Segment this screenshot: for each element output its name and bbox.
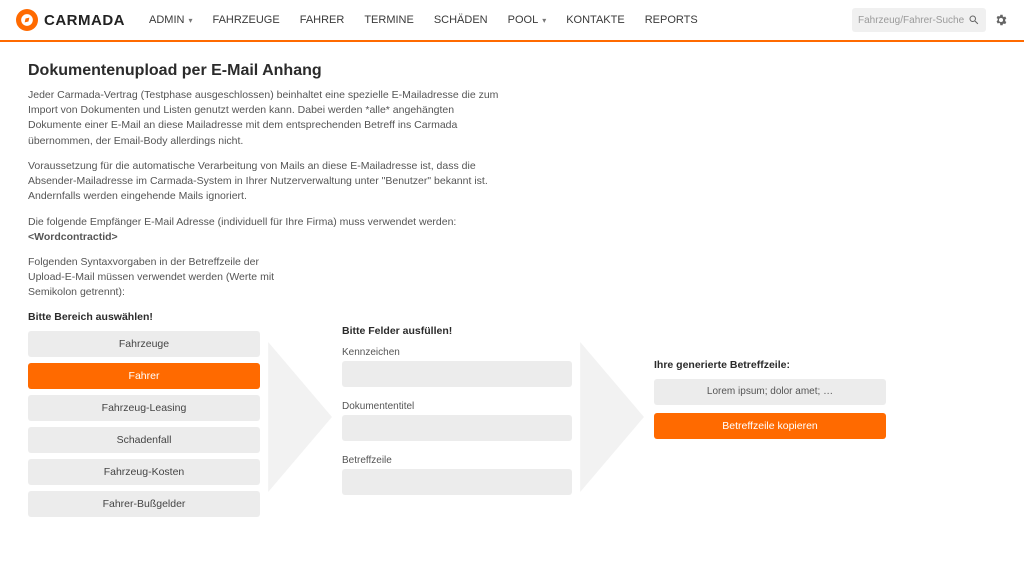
top-navigation-bar: CARMADA ADMIN ▾ FAHRZEUGE FAHRER TERMINE… — [0, 0, 1024, 42]
area-option-bussgelder[interactable]: Fahrer-Bußgelder — [28, 491, 260, 517]
step-3-header: Ihre generierte Betreffzeile: — [654, 359, 886, 371]
brand-name: CARMADA — [44, 12, 125, 29]
compass-icon — [16, 9, 38, 31]
step-1-header: Bitte Bereich auswählen! — [28, 311, 260, 323]
nav-termine[interactable]: TERMINE — [364, 14, 414, 26]
area-option-fahrer[interactable]: Fahrer — [28, 363, 260, 389]
wizard-arrow-2 — [572, 311, 654, 523]
upload-wizard: Bitte Bereich auswählen! Fahrzeuge Fahre… — [28, 311, 996, 523]
input-betreffzeile[interactable] — [342, 469, 572, 495]
nav-schaeden[interactable]: SCHÄDEN — [434, 14, 488, 26]
chevron-down-icon: ▾ — [188, 16, 192, 25]
label-betreffzeile: Betreffzeile — [342, 455, 572, 466]
area-option-leasing[interactable]: Fahrzeug-Leasing — [28, 395, 260, 421]
area-option-schadenfall[interactable]: Schadenfall — [28, 427, 260, 453]
copy-subject-button[interactable]: Betreffzeile kopieren — [654, 413, 886, 439]
chevron-down-icon: ▾ — [542, 16, 546, 25]
area-option-kosten[interactable]: Fahrzeug-Kosten — [28, 459, 260, 485]
wizard-arrow-1 — [260, 311, 342, 523]
global-search[interactable] — [852, 8, 986, 32]
intro-p3-prefix: Die folgende Empfänger E-Mail Adresse (i… — [28, 216, 456, 228]
intro-paragraph-2: Voraussetzung für die automatische Verar… — [28, 159, 508, 205]
step-1-area-select: Bitte Bereich auswählen! Fahrzeuge Fahre… — [28, 311, 260, 523]
arrow-right-icon — [265, 342, 337, 492]
page-content: Dokumentenupload per E-Mail Anhang Jeder… — [0, 42, 1024, 563]
nav-admin[interactable]: ADMIN ▾ — [149, 14, 192, 26]
intro-text: Jeder Carmada-Vertrag (Testphase ausgesc… — [28, 88, 996, 301]
generated-subject-display: Lorem ipsum; dolor amet; … — [654, 379, 886, 405]
step-2-header: Bitte Felder ausfüllen! — [342, 325, 572, 337]
step-3-result: Ihre generierte Betreffzeile: Lorem ipsu… — [654, 311, 886, 523]
settings-icon[interactable] — [994, 13, 1008, 27]
nav-fahrer[interactable]: FAHRER — [300, 14, 345, 26]
label-kennzeichen: Kennzeichen — [342, 347, 572, 358]
intro-paragraph-1: Jeder Carmada-Vertrag (Testphase ausgesc… — [28, 88, 508, 149]
nav-pool[interactable]: POOL ▾ — [508, 14, 547, 26]
search-icon — [968, 14, 980, 26]
nav-reports[interactable]: REPORTS — [645, 14, 698, 26]
intro-paragraph-4: Folgenden Syntaxvorgaben in der Betreffz… — [28, 255, 288, 301]
primary-nav: ADMIN ▾ FAHRZEUGE FAHRER TERMINE SCHÄDEN… — [149, 14, 852, 26]
step-2-fields: Bitte Felder ausfüllen! Kennzeichen Doku… — [342, 311, 572, 523]
nav-fahrzeuge[interactable]: FAHRZEUGE — [212, 14, 279, 26]
input-dokumententitel[interactable] — [342, 415, 572, 441]
nav-admin-label: ADMIN — [149, 14, 184, 26]
area-option-fahrzeuge[interactable]: Fahrzeuge — [28, 331, 260, 357]
arrow-right-icon — [577, 342, 649, 492]
brand-logo[interactable]: CARMADA — [16, 9, 125, 31]
input-kennzeichen[interactable] — [342, 361, 572, 387]
search-input[interactable] — [858, 15, 968, 26]
nav-kontakte[interactable]: KONTAKTE — [566, 14, 624, 26]
nav-pool-label: POOL — [508, 14, 539, 26]
page-title: Dokumentenupload per E-Mail Anhang — [28, 62, 996, 80]
label-dokumententitel: Dokumententitel — [342, 401, 572, 412]
intro-paragraph-3: Die folgende Empfänger E-Mail Adresse (i… — [28, 215, 508, 245]
contract-id-placeholder: <Wordcontractid> — [28, 231, 118, 243]
